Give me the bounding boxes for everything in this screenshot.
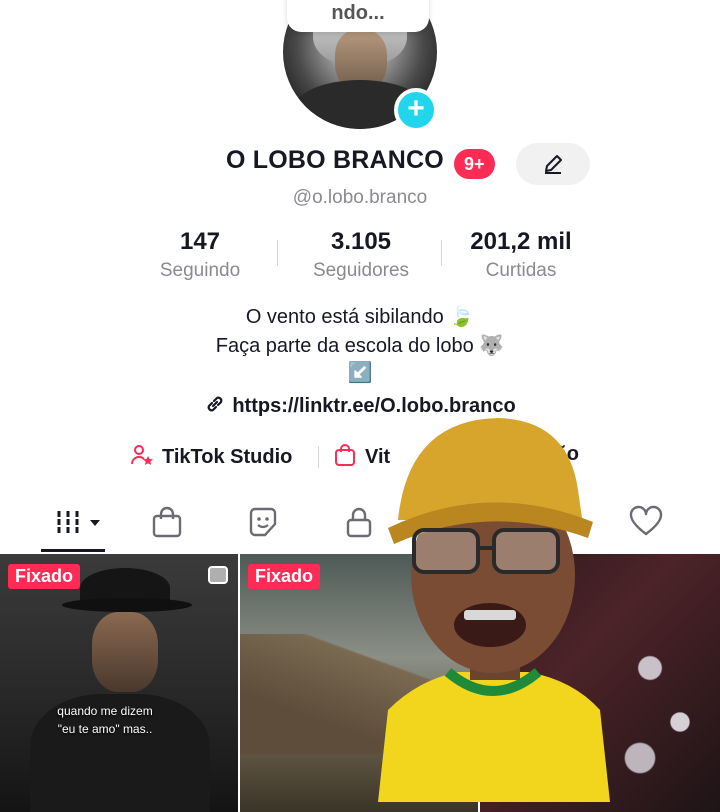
divider: [318, 446, 319, 468]
tiktok-studio-button[interactable]: TikTok Studio: [130, 443, 292, 469]
heart-icon: [629, 505, 663, 536]
tab-private[interactable]: [342, 505, 382, 539]
note-bubble[interactable]: ndo...: [287, 0, 429, 32]
bio-line: Faça parte da escola do lobo 🐺: [215, 335, 505, 357]
add-avatar-button[interactable]: +: [394, 88, 438, 132]
bio-line: O vento está sibilando 🍃: [245, 306, 475, 328]
profile-name: O LOBO BRANCO: [226, 146, 444, 174]
foreground-person-image: [378, 410, 610, 802]
stat-label: Seguindo: [159, 260, 241, 281]
divider: [277, 240, 278, 266]
person-star-icon: [130, 445, 153, 465]
stat-value: 201,2 mil: [470, 228, 572, 255]
multi-photo-icon: [208, 566, 228, 584]
stat-value: 3.105: [330, 228, 392, 255]
bio-line: ↙️: [347, 362, 373, 384]
pencil-icon: [545, 155, 562, 174]
tab-videos[interactable]: [54, 505, 100, 539]
stat-value: 147: [179, 228, 221, 255]
tab-liked[interactable]: [628, 505, 668, 539]
notification-badge[interactable]: 9+: [454, 149, 495, 179]
action-label: TikTok Studio: [162, 446, 293, 468]
tab-shop[interactable]: [150, 505, 190, 539]
stat-label: Curtidas: [485, 260, 557, 281]
pinned-badge: Fixado: [248, 564, 321, 589]
lock-icon: [346, 507, 372, 538]
sticker-icon: [249, 507, 277, 537]
profile-handle: @o.lobo.branco: [292, 187, 428, 208]
stat-following[interactable]: 147 Seguindo: [120, 228, 280, 282]
pinned-badge: Fixado: [8, 564, 81, 589]
bio-link[interactable]: https://linktr.ee/O.lobo.branco: [0, 393, 720, 418]
stat-followers[interactable]: 3.105 Seguidores: [281, 228, 441, 282]
video-thumbnail[interactable]: Fixado quando me dizem "eu te amo" mas..: [0, 554, 238, 812]
video-caption: quando me dizem: [57, 704, 153, 718]
video-caption: "eu te amo" mas..: [57, 722, 153, 736]
video-grid: Fixado quando me dizem "eu te amo" mas..…: [0, 554, 720, 812]
shopping-bag-icon: [335, 444, 355, 466]
stat-label: Seguidores: [312, 260, 410, 281]
tab-stickers[interactable]: [246, 505, 286, 539]
shop-bag-icon: [152, 506, 182, 538]
link-icon: [207, 396, 223, 412]
edit-profile-button[interactable]: [516, 143, 590, 185]
active-tab-indicator: [41, 549, 105, 552]
stat-likes[interactable]: 201,2 mil Curtidas: [441, 228, 601, 282]
videos-grid-icon: [57, 511, 100, 533]
